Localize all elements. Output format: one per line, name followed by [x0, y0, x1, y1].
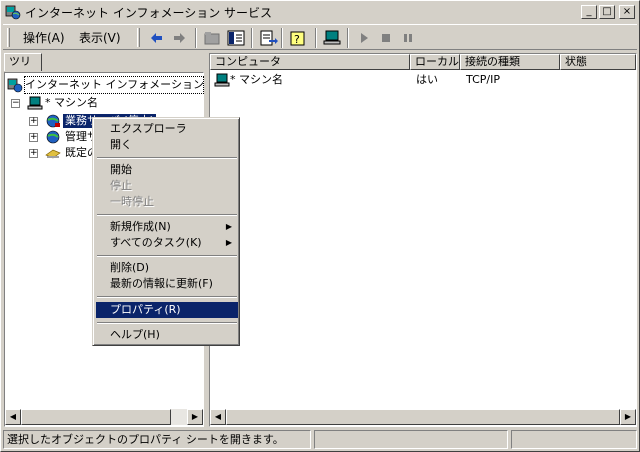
- minimize-button[interactable]: _: [581, 5, 597, 19]
- menu-item-all-tasks[interactable]: すべてのタスク(K) ▶: [96, 235, 238, 251]
- menu-separator: [97, 322, 237, 324]
- menu-item-stop[interactable]: 停止: [96, 178, 238, 194]
- list-header: コンピュータ ローカル 接続の種類 状態: [210, 54, 636, 70]
- menu-action[interactable]: 操作(A): [19, 29, 69, 47]
- menu-item-pause[interactable]: 一時停止: [96, 194, 238, 210]
- back-icon[interactable]: [145, 28, 167, 48]
- maximize-button[interactable]: □: [599, 5, 615, 19]
- toolbar: 操作(A) 表示(V) ?: [3, 24, 637, 50]
- export-list-icon[interactable]: [257, 28, 279, 48]
- list-row[interactable]: * マシン名 はい TCP/IP: [212, 72, 632, 88]
- tree-horizontal-scrollbar[interactable]: ◀ ▶: [5, 409, 203, 425]
- pause-icon[interactable]: [397, 28, 419, 48]
- menu-item-delete[interactable]: 削除(D): [96, 260, 238, 276]
- column-header-status[interactable]: 状態: [560, 54, 636, 70]
- expand-icon[interactable]: +: [29, 149, 38, 158]
- smtp-server-icon: [45, 145, 61, 166]
- tree-machine-label: * マシン名: [45, 96, 98, 109]
- expand-icon[interactable]: +: [29, 133, 38, 142]
- close-button[interactable]: ×: [619, 5, 635, 19]
- cell-computer: * マシン名: [230, 73, 283, 86]
- menu-separator: [97, 214, 237, 216]
- cell-connection: TCP/IP: [466, 73, 500, 86]
- scroll-thumb[interactable]: [226, 409, 620, 425]
- collapse-icon[interactable]: −: [11, 99, 20, 108]
- menu-separator: [97, 157, 237, 159]
- tree-root-label: インターネット インフォメーション サービス: [24, 76, 204, 94]
- help-icon[interactable]: ?: [287, 28, 309, 48]
- computer-node-icon: [27, 95, 43, 116]
- submenu-arrow-icon: ▶: [225, 238, 232, 247]
- list-pane[interactable]: コンピュータ ローカル 接続の種類 状態 * マシン名 はい TCP/IP ◀ …: [209, 53, 637, 427]
- toolbar-separator: [281, 28, 283, 48]
- scroll-thumb[interactable]: [21, 409, 171, 425]
- play-icon[interactable]: [353, 28, 375, 48]
- status-panel-3: [511, 430, 637, 449]
- list-horizontal-scrollbar[interactable]: ◀ ▶: [210, 409, 636, 425]
- toolbar-separator: [195, 28, 197, 48]
- column-header-local[interactable]: ローカル: [410, 54, 460, 70]
- scroll-left-button[interactable]: ◀: [210, 409, 226, 425]
- title-bar[interactable]: インターネット インフォメーション サービス _ □ ×: [3, 3, 637, 21]
- toolbar-separator: [347, 28, 349, 48]
- tab-tree[interactable]: ツリー: [4, 53, 42, 84]
- toolbar-separator: [315, 28, 317, 48]
- svg-text:?: ?: [294, 33, 300, 46]
- toolbar-separator: [251, 28, 253, 48]
- menu-separator: [97, 255, 237, 257]
- iis-app-icon: [5, 4, 21, 20]
- menu-item-properties[interactable]: プロパティ(R): [96, 302, 238, 318]
- up-folder-icon[interactable]: [201, 28, 223, 48]
- scroll-right-button[interactable]: ▶: [620, 409, 636, 425]
- menu-item-refresh[interactable]: 最新の情報に更新(F): [96, 276, 238, 292]
- menu-item-label: すべてのタスク(K): [110, 236, 202, 249]
- menu-item-new[interactable]: 新規作成(N) ▶: [96, 219, 238, 235]
- expand-icon[interactable]: +: [29, 117, 38, 126]
- stop-icon[interactable]: [375, 28, 397, 48]
- menu-separator: [97, 296, 237, 298]
- scroll-right-button[interactable]: ▶: [187, 409, 203, 425]
- toolbar-grip[interactable]: [7, 28, 10, 47]
- submenu-arrow-icon: ▶: [225, 222, 232, 231]
- status-panel-2: [314, 430, 508, 449]
- computer-icon[interactable]: [321, 28, 343, 48]
- menu-view[interactable]: 表示(V): [75, 29, 125, 47]
- status-bar: 選択したオブジェクトのプロパティ シートを開きます。: [3, 430, 637, 449]
- context-menu: エクスプローラ 開く 開始 停止 一時停止 新規作成(N) ▶ すべてのタスク(…: [92, 117, 240, 346]
- status-message: 選択したオブジェクトのプロパティ シートを開きます。: [3, 430, 311, 449]
- menu-item-help[interactable]: ヘルプ(H): [96, 327, 238, 343]
- computer-row-icon: [214, 72, 230, 91]
- iis-root-icon: [7, 77, 23, 98]
- forward-icon[interactable]: [169, 28, 191, 48]
- menu-item-label: 新規作成(N): [110, 220, 171, 233]
- column-header-connection[interactable]: 接続の種類: [460, 54, 560, 70]
- show-hide-tree-icon[interactable]: [225, 28, 247, 48]
- cell-local: はい: [416, 73, 438, 86]
- menu-item-start[interactable]: 開始: [96, 162, 238, 178]
- toolbar-grip-2[interactable]: [137, 28, 140, 47]
- column-header-computer[interactable]: コンピュータ: [210, 54, 410, 70]
- window-title: インターネット インフォメーション サービス: [25, 5, 273, 20]
- menu-item-explore[interactable]: エクスプローラ: [96, 121, 238, 137]
- scroll-left-button[interactable]: ◀: [5, 409, 21, 425]
- menu-item-open[interactable]: 開く: [96, 137, 238, 153]
